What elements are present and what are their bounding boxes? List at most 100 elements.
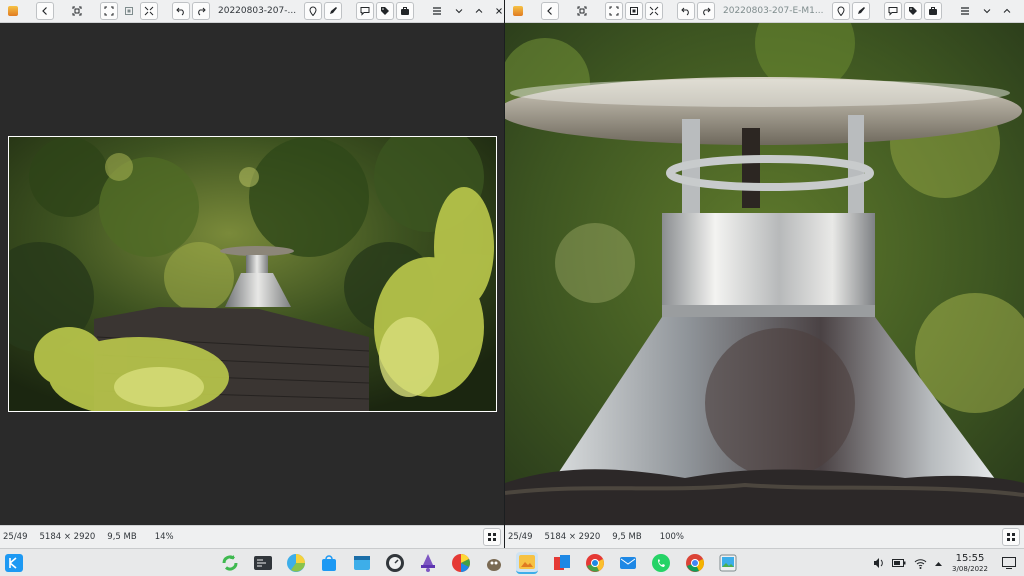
chevron-down-icon: [983, 9, 990, 14]
chrome-icon[interactable]: [684, 552, 706, 574]
gimp-icon[interactable]: [483, 552, 505, 574]
image-canvas[interactable]: [505, 23, 1024, 525]
chromium-icon[interactable]: [584, 552, 606, 574]
menu-button[interactable]: [956, 2, 974, 20]
rotate-left-button[interactable]: [677, 2, 695, 20]
store-bag-icon[interactable]: [318, 552, 340, 574]
share-button[interactable]: [396, 2, 415, 20]
presentation-icon[interactable]: [551, 552, 573, 574]
chevron-up-icon: [1003, 8, 1010, 13]
photo-chimney-cowl-closeup: [505, 23, 1024, 525]
zoom-fit-button[interactable]: [605, 2, 623, 20]
rotate-right-button[interactable]: [192, 2, 210, 20]
window-title: 20220803-207-E-M1...: [723, 6, 824, 16]
photo-zoomed[interactable]: [505, 23, 1024, 525]
zoom-original-button[interactable]: [645, 2, 663, 20]
tag-icon: [381, 7, 390, 15]
share-button[interactable]: [923, 2, 942, 20]
volume-icon[interactable]: [870, 557, 888, 569]
location-button[interactable]: [304, 2, 323, 20]
rotate-right-button[interactable]: [697, 2, 715, 20]
edit-button[interactable]: [324, 2, 343, 20]
tag-icon: [908, 7, 917, 15]
clock[interactable]: 15:55 3/08/2022: [944, 551, 996, 573]
file-size: 9,5 MB: [107, 532, 137, 542]
thumbnail-bar-button[interactable]: [483, 528, 501, 546]
photo-thumbnail[interactable]: [8, 136, 497, 412]
fit-icon: [577, 6, 587, 16]
tag-button[interactable]: [376, 2, 395, 20]
hamburger-icon: [433, 7, 442, 15]
pencil-icon: [857, 7, 865, 14]
zoom-level: 14%: [154, 532, 174, 542]
menu-button[interactable]: [428, 2, 446, 20]
chevron-up-icon: [475, 8, 483, 13]
wifi-icon[interactable]: [910, 558, 930, 569]
viewer-window-left: 20220803-207-... 25/49 5184 × 2920 9,5 M…: [0, 0, 505, 548]
clock-date: 3/08/2022: [952, 565, 988, 573]
edit-button[interactable]: [851, 2, 870, 20]
minimize-button[interactable]: [978, 2, 996, 20]
location-button[interactable]: [831, 2, 850, 20]
mail-icon[interactable]: [617, 552, 639, 574]
image-canvas[interactable]: [0, 23, 505, 525]
comment-button[interactable]: [883, 2, 902, 20]
status-bar: 25/49 5184 × 2920 9,5 MB 14%: [0, 525, 505, 548]
rotate-right-icon: [703, 7, 711, 16]
wizard-icon[interactable]: [417, 552, 439, 574]
back-button[interactable]: [36, 2, 54, 20]
app-menu-icon[interactable]: [4, 2, 22, 20]
briefcase-icon: [401, 7, 410, 15]
zoom-fill-icon: [125, 7, 133, 15]
image-position: 25/49: [508, 532, 533, 542]
zoom-level: 100%: [659, 532, 684, 542]
desktop: 20220803-207-... 25/49 5184 × 2920 9,5 M…: [0, 0, 1024, 576]
zoom-original-button[interactable]: [140, 2, 158, 20]
speech-bubble-icon: [888, 7, 897, 16]
map-pin-icon: [836, 6, 845, 16]
dial-icon[interactable]: [384, 552, 406, 574]
fit-window-button[interactable]: [573, 2, 591, 20]
rotate-left-icon: [176, 7, 184, 16]
kde-launcher-icon[interactable]: [3, 552, 25, 574]
whatsapp-icon[interactable]: [650, 552, 672, 574]
rotate-right-icon: [198, 7, 206, 16]
window-icon[interactable]: [351, 552, 373, 574]
terminal-icon[interactable]: [252, 552, 274, 574]
photo-app-icon[interactable]: [717, 552, 739, 574]
zoom-fit-icon: [104, 6, 114, 16]
back-button[interactable]: [541, 2, 559, 20]
maximize-button[interactable]: [470, 2, 488, 20]
close-icon: [496, 8, 502, 14]
window-title: 20220803-207-...: [218, 6, 297, 16]
close-button[interactable]: [1018, 2, 1024, 20]
speech-bubble-icon: [360, 7, 370, 16]
grid-icon: [488, 533, 496, 541]
comment-button[interactable]: [356, 2, 375, 20]
refresh-app-icon[interactable]: [219, 552, 241, 574]
minimize-button[interactable]: [450, 2, 468, 20]
close-button[interactable]: [490, 2, 505, 20]
image-position: 25/49: [3, 532, 28, 542]
fit-window-button[interactable]: [68, 2, 86, 20]
app-menu-icon[interactable]: [509, 2, 527, 20]
desktop-icon[interactable]: [998, 552, 1020, 574]
maximize-button[interactable]: [998, 2, 1016, 20]
zoom-fill-button[interactable]: [120, 2, 138, 20]
hamburger-icon: [960, 7, 969, 15]
tag-button[interactable]: [903, 2, 922, 20]
clock-time: 15:55: [955, 553, 985, 564]
zoom-original-icon: [649, 6, 659, 16]
zoom-fit-button[interactable]: [100, 2, 118, 20]
battery-icon[interactable]: [888, 558, 910, 568]
zoom-fill-button[interactable]: [625, 2, 643, 20]
rotate-left-button[interactable]: [172, 2, 190, 20]
thumbnail-bar-button[interactable]: [1002, 528, 1020, 546]
toolbar: 20220803-207-E-M1...: [505, 0, 1024, 23]
file-size: 9,5 MB: [612, 532, 642, 542]
color-wheel-icon[interactable]: [450, 552, 472, 574]
image-viewer-icon[interactable]: [516, 552, 538, 574]
taskbar: 15:55 3/08/2022: [0, 548, 1024, 576]
pie-chart-app-icon[interactable]: [285, 552, 307, 574]
image-dimensions: 5184 × 2920: [39, 532, 96, 542]
